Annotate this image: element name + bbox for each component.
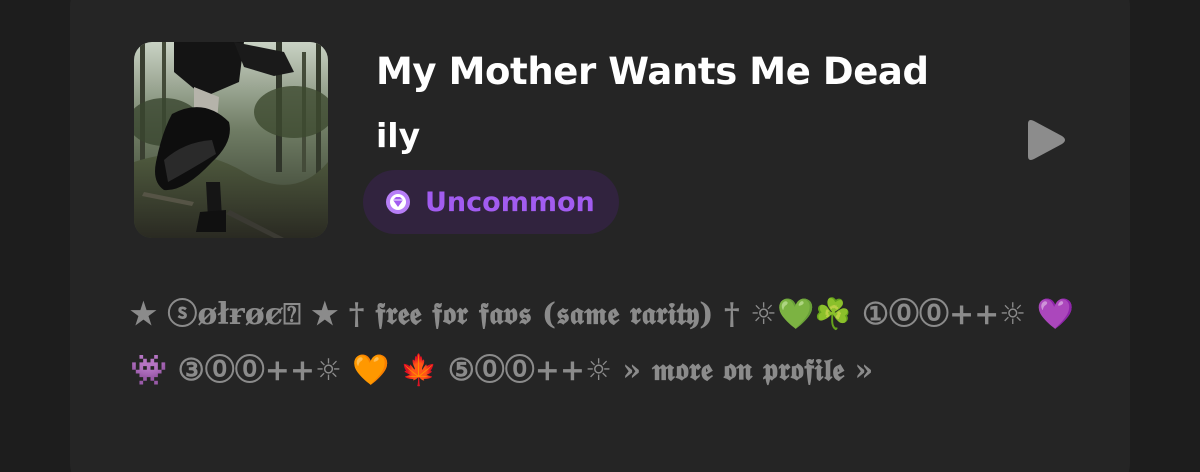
artist-name[interactable]: ily — [376, 116, 420, 155]
page: My Mother Wants Me Dead ily Uncommon ★ ⓢ… — [0, 0, 1200, 472]
play-button[interactable] — [1018, 114, 1070, 166]
album-cover[interactable] — [134, 42, 328, 238]
rarity-badge: Uncommon — [363, 170, 619, 234]
play-icon — [1028, 120, 1065, 160]
track-description: ★ ⓢøłɍøȼ⍰ ★ † 𝖋𝖗𝖊𝖊 𝖋𝖔𝖗 𝖋𝖆𝖛𝖘 (𝖘𝖆𝖒𝖊 𝖗𝖆𝖗𝖎𝖙𝖞… — [130, 297, 1074, 388]
track-title: My Mother Wants Me Dead — [376, 50, 929, 93]
rarity-label: Uncommon — [425, 186, 595, 218]
album-cover-image — [134, 42, 328, 238]
gem-icon — [383, 187, 413, 217]
